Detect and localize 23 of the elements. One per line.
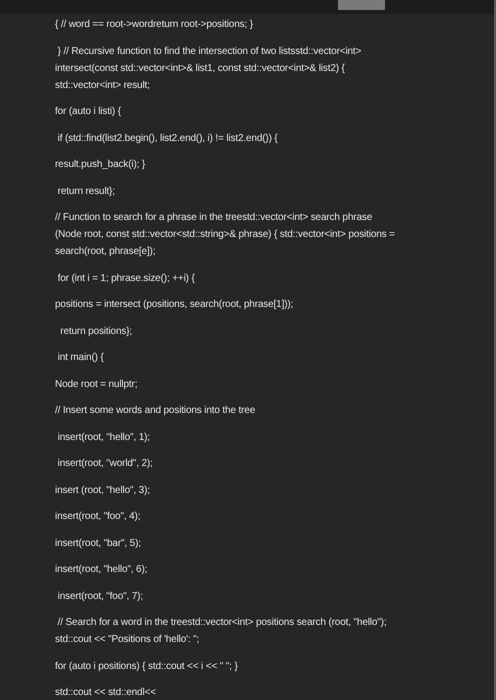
- code-paragraph: std::cout << std::endl<<: [55, 686, 157, 700]
- code-paragraph: return result};: [56, 184, 116, 198]
- code-paragraph: { // word == root->wordreturn root->positions; }: [55, 18, 254, 32]
- code-paragraph: insert(root, "foo", 7);: [56, 590, 144, 604]
- code-paragraph: // Insert some words and positions into the tree: [55, 404, 256, 418]
- code-paragraph: if (std::find(list2.begin(), list2.end(), i) != list2.end()) {: [56, 132, 279, 146]
- code-paragraph: insert(root, "hello", 6);: [55, 563, 148, 577]
- code-paragraph: } // Recursive function to find the intersection of two listsstd::vector<int> intersect(const std::vector<int>& list1, const std::vector<int>& list2) { std::vector<int> result;: [55, 44, 362, 92]
- code-paragraph: result.push_back(i); }: [55, 158, 146, 172]
- code-paragraph: insert(root, "bar", 5);: [55, 536, 142, 550]
- code-paragraph: insert(root, "world", 2);: [56, 457, 154, 471]
- code-paragraph: insert(root, "foo", 4);: [55, 510, 142, 524]
- code-paragraph: Node root = nullptr;: [55, 378, 138, 392]
- code-paragraph: insert(root, "hello", 1);: [56, 430, 151, 444]
- code-paragraph: int main() {: [56, 351, 105, 365]
- code-paragraph: positions = intersect (positions, search(root, phrase[1]));: [55, 298, 294, 312]
- code-paragraph: // Function to search for a phrase in the treestd::vector<int> search phrase (Node root, const std::vector<std::string>& phrase) { std::vector<int> positions = search(root, phrase[e]);: [55, 211, 396, 259]
- code-paragraph: return positions};: [59, 324, 134, 338]
- code-paragraph: insert (root, "hello", 3);: [55, 484, 151, 498]
- code-paragraph: for (auto i listi) {: [55, 105, 122, 119]
- code-paragraph: // Search for a word in the treestd::vector<int> positions search (root, "hello"); std::cout << "Positions of 'hello': ";: [55, 616, 388, 647]
- code-paragraph: for (int i = 1; phrase.size(); ++i) {: [56, 272, 196, 286]
- code-paragraph: for (auto i positions) { std::cout << i << " "; }: [55, 660, 239, 674]
